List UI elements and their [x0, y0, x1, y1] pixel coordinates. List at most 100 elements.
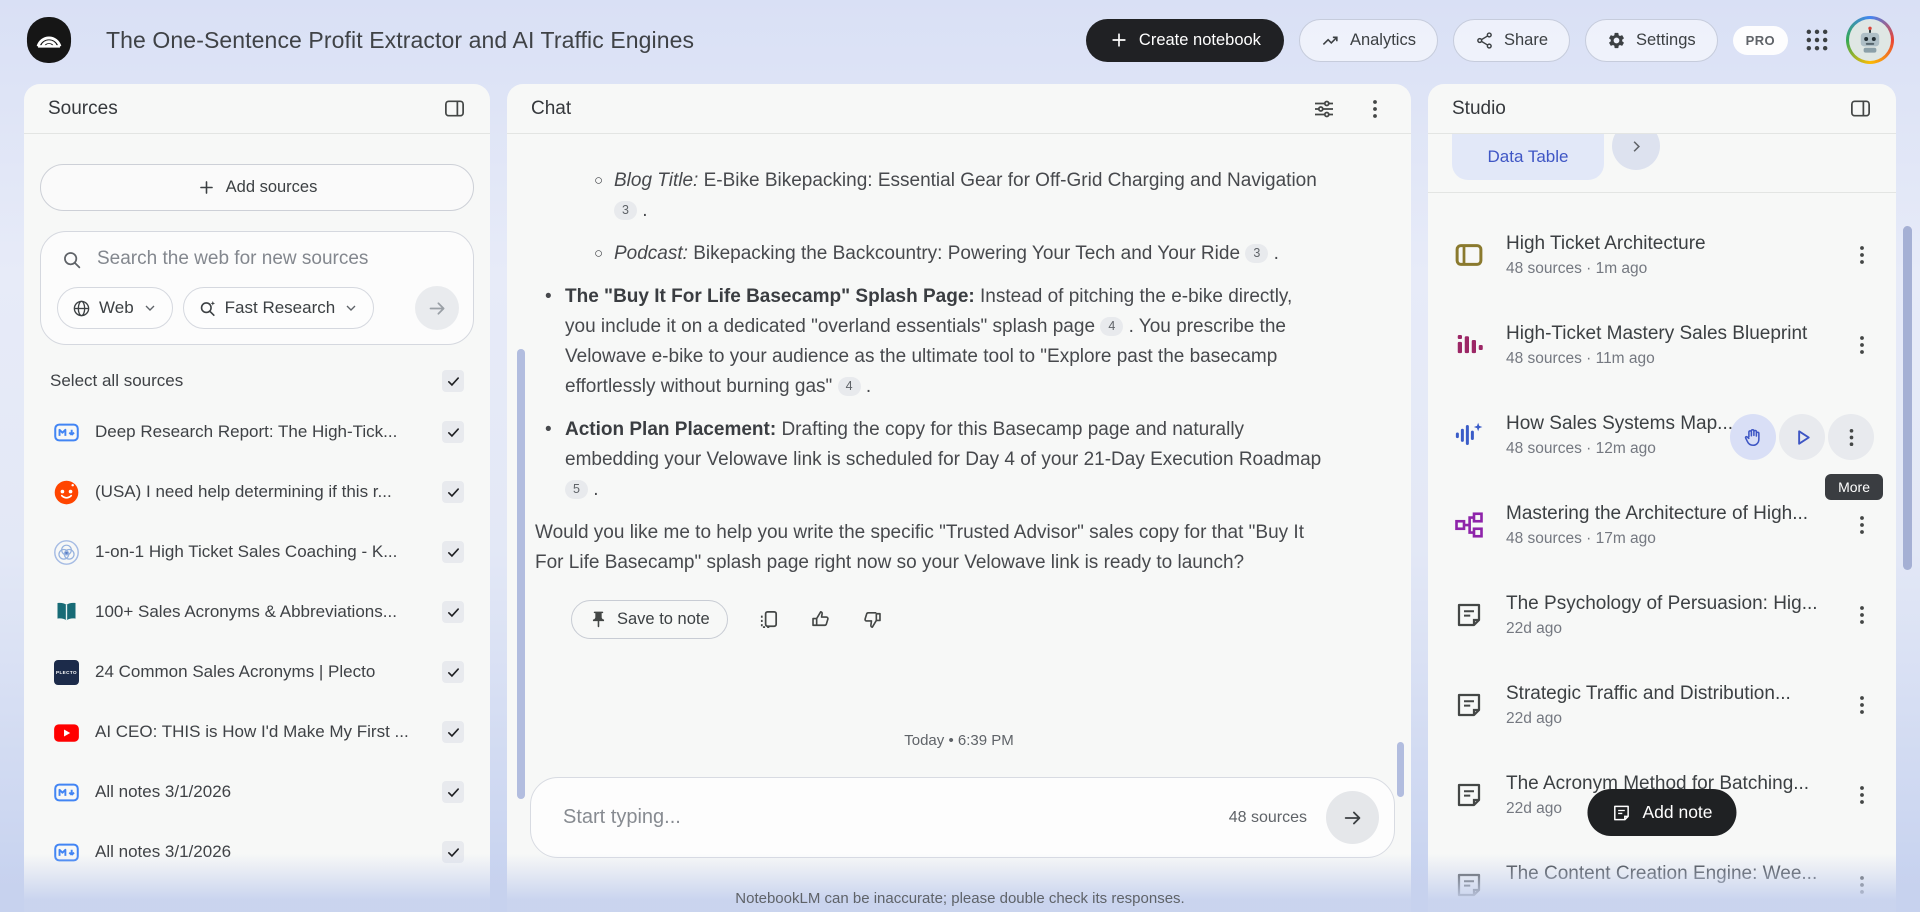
source-row[interactable]: All notes 3/1/2026 — [24, 762, 490, 822]
web-search-input[interactable] — [95, 247, 459, 271]
studio-item-more-icon[interactable] — [1850, 243, 1874, 267]
source-checkbox[interactable] — [442, 541, 464, 563]
chat-panel: Chat ○Blog Title: E-Bike Bikepacking: Es… — [507, 84, 1411, 912]
studio-item-more-icon[interactable] — [1850, 333, 1874, 357]
studio-item-more-icon[interactable] — [1850, 603, 1874, 627]
source-checkbox[interactable] — [442, 481, 464, 503]
source-checkbox[interactable] — [442, 721, 464, 743]
robot-avatar-image — [1849, 19, 1891, 61]
studio-scrollbar[interactable] — [1903, 226, 1912, 570]
source-row[interactable]: 100+ Sales Acronyms & Abbreviations... — [24, 582, 490, 642]
source-checkbox[interactable] — [442, 601, 464, 623]
reddit-icon — [53, 479, 80, 506]
source-checkbox[interactable] — [442, 781, 464, 803]
analytics-button[interactable]: Analytics — [1299, 19, 1438, 62]
chat-settings-icon[interactable] — [1312, 97, 1336, 121]
add-sources-button[interactable]: Add sources — [40, 164, 474, 211]
studio-item-more-icon[interactable] — [1850, 693, 1874, 717]
play-icon — [1791, 426, 1814, 449]
thumbs-down-icon[interactable] — [861, 608, 884, 631]
web-source-dropdown[interactable]: Web — [57, 287, 173, 329]
sources-scrollbar[interactable] — [517, 349, 525, 799]
studio-item-more-icon[interactable] — [1850, 513, 1874, 537]
studio-item[interactable]: The Psychology of Persuasion: Hig...22d … — [1428, 593, 1896, 683]
scroll-chips-right-button[interactable] — [1612, 134, 1660, 170]
add-note-button[interactable]: Add note — [1587, 789, 1736, 836]
select-all-sources-row[interactable]: Select all sources — [50, 370, 464, 392]
note-icon — [1454, 600, 1484, 630]
chat-input[interactable] — [561, 805, 1229, 830]
chat-scrollbar[interactable] — [1397, 742, 1404, 797]
web-circles-icon — [53, 539, 80, 566]
check-icon — [446, 725, 461, 740]
studio-item[interactable]: Mastering the Architecture of High...48 … — [1428, 503, 1896, 593]
studio-panel: Studio Data Table High Ticket Architectu… — [1428, 84, 1896, 912]
create-notebook-button[interactable]: Create notebook — [1086, 19, 1284, 62]
source-row[interactable]: AI CEO: THIS is How I'd Make My First ..… — [24, 702, 490, 762]
source-row[interactable]: PLECTO24 Common Sales Acronyms | Plecto — [24, 642, 490, 702]
studio-item-meta: 48 sources · 1m ago — [1506, 260, 1850, 278]
waveform-icon — [1454, 420, 1484, 450]
studio-item[interactable]: High Ticket Architecture48 sources · 1m … — [1428, 233, 1896, 323]
kebab-icon — [1850, 243, 1874, 267]
chat-timestamp: Today • 6:39 PM — [507, 732, 1411, 749]
plecto-icon: PLECTO — [53, 659, 80, 686]
studio-item-more-icon[interactable] — [1850, 783, 1874, 807]
chat-paragraph: •Action Plan Placement: Drafting the cop… — [535, 415, 1325, 505]
notebooklm-logo-icon[interactable] — [26, 17, 72, 63]
search-submit-button[interactable] — [415, 286, 459, 330]
interactive-mode-button[interactable] — [1730, 414, 1776, 460]
collapse-panel-icon[interactable] — [443, 97, 466, 120]
select-all-label: Select all sources — [50, 371, 442, 391]
studio-item-meta: 48 sources · 11m ago — [1506, 350, 1850, 368]
avatar[interactable] — [1846, 16, 1894, 64]
citation-chip[interactable]: 4 — [838, 377, 861, 396]
check-icon — [446, 374, 461, 389]
studio-item-more-icon[interactable] — [1828, 414, 1874, 460]
bullet-marker: • — [545, 415, 552, 445]
play-button[interactable] — [1779, 414, 1825, 460]
send-button[interactable] — [1326, 791, 1379, 844]
share-button[interactable]: Share — [1453, 19, 1570, 62]
source-row[interactable]: (USA) I need help determining if this r.… — [24, 462, 490, 522]
source-checkbox[interactable] — [442, 841, 464, 863]
source-title: 1-on-1 High Ticket Sales Coaching - K... — [95, 542, 428, 562]
web-search-box: Web Fast Research — [40, 231, 474, 345]
chat-paragraph: ○Blog Title: E-Bike Bikepacking: Essenti… — [535, 166, 1325, 226]
note-icon — [1454, 780, 1484, 810]
settings-button[interactable]: Settings — [1585, 19, 1718, 62]
bullet-marker: • — [545, 282, 552, 312]
arrow-right-icon — [427, 298, 448, 319]
plus-icon — [1109, 30, 1129, 50]
source-row[interactable]: Deep Research Report: The High-Tick... — [24, 402, 490, 462]
studio-item-meta: 22d ago — [1506, 710, 1850, 728]
thumbs-up-icon[interactable] — [809, 608, 832, 631]
markdown-icon — [53, 419, 80, 446]
studio-item[interactable]: High-Ticket Mastery Sales Blueprint48 so… — [1428, 323, 1896, 413]
citation-chip[interactable]: 3 — [614, 201, 637, 220]
source-row[interactable]: 1-on-1 High Ticket Sales Coaching - K... — [24, 522, 490, 582]
chat-more-icon[interactable] — [1363, 97, 1387, 121]
citation-chip[interactable]: 4 — [1100, 317, 1123, 336]
chevron-down-icon — [142, 300, 158, 316]
kebab-icon — [1850, 693, 1874, 717]
citation-chip[interactable]: 3 — [1245, 244, 1268, 263]
sources-count: 48 sources — [1229, 809, 1307, 827]
collapse-panel-icon[interactable] — [1849, 97, 1872, 120]
studio-item-meta: 22d ago — [1506, 620, 1850, 638]
studio-item[interactable]: Strategic Traffic and Distribution...22d… — [1428, 683, 1896, 773]
apps-grid-icon[interactable] — [1803, 26, 1831, 54]
search-icon — [61, 249, 82, 270]
select-all-checkbox[interactable] — [442, 370, 464, 392]
source-row[interactable]: All notes 3/1/2026 — [24, 822, 490, 882]
source-checkbox[interactable] — [442, 421, 464, 443]
check-icon — [446, 665, 461, 680]
assistant-message: ○Blog Title: E-Bike Bikepacking: Essenti… — [535, 166, 1325, 578]
citation-chip[interactable]: 5 — [565, 480, 588, 499]
research-mode-dropdown[interactable]: Fast Research — [183, 287, 375, 329]
more-tooltip: More — [1825, 474, 1883, 500]
source-checkbox[interactable] — [442, 661, 464, 683]
save-to-note-button[interactable]: Save to note — [571, 600, 728, 639]
copy-icon[interactable] — [757, 608, 780, 631]
data-table-chip[interactable]: Data Table — [1452, 134, 1604, 180]
